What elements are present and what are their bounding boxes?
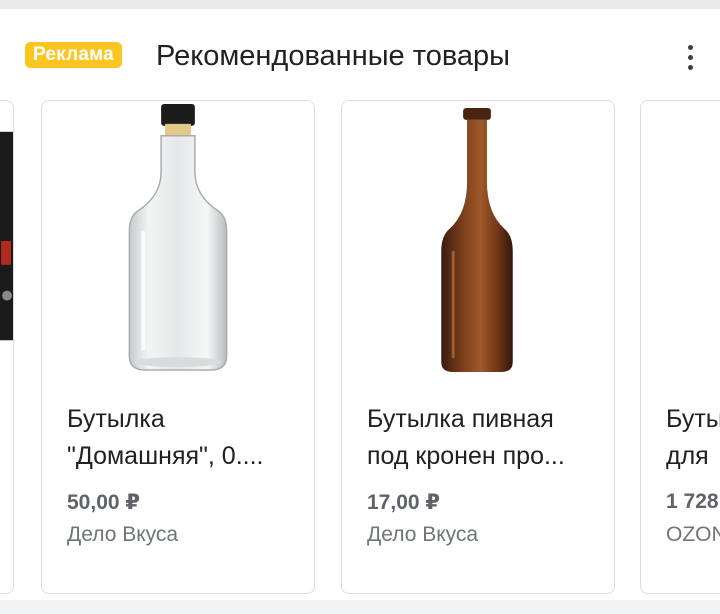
dot bbox=[687, 44, 693, 50]
ad-badge: Реклама bbox=[25, 42, 122, 68]
product-seller: OZON bbox=[666, 523, 720, 546]
product-image bbox=[0, 131, 13, 341]
more-vert-icon[interactable] bbox=[672, 37, 708, 77]
product-name[interactable]: Бутылка для bbox=[666, 401, 720, 475]
product-price: 17,00 ₽ bbox=[367, 491, 440, 514]
product-image bbox=[641, 102, 720, 380]
product-name[interactable]: Бутылка пивная под кронен про... bbox=[367, 401, 599, 475]
product-card[interactable]: Бутылка "Домашняя", 0.... 50,00 ₽ Дело В… bbox=[41, 100, 315, 594]
dot bbox=[687, 54, 693, 60]
product-seller: Дело Вкуса bbox=[67, 523, 179, 546]
product-price: 50,00 ₽ bbox=[67, 491, 140, 514]
section-title: Рекомендованные товары bbox=[156, 40, 511, 72]
recommended-products-header: Реклама Рекомендованные товары bbox=[0, 9, 720, 99]
top-separator bbox=[0, 0, 720, 9]
product-name[interactable]: Бутылка "Домашняя", 0.... bbox=[67, 401, 299, 475]
product-card[interactable]: Бутылка пивная под кронен про... 17,00 ₽… bbox=[341, 100, 615, 594]
product-seller: Дело Вкуса bbox=[367, 523, 479, 546]
brown-beer-bottle-image bbox=[441, 107, 513, 373]
clear-glass-bottle-image bbox=[128, 104, 228, 371]
product-carousel[interactable]: Бутылка "Домашняя", 0.... 50,00 ₽ Дело В… bbox=[0, 100, 720, 600]
product-price: 1 728 bbox=[666, 490, 719, 513]
product-card[interactable]: Бутылка для 1 728 OZON bbox=[640, 100, 720, 594]
product-card-partial[interactable] bbox=[0, 100, 14, 594]
dot bbox=[687, 64, 693, 70]
bottom-separator bbox=[0, 600, 720, 614]
